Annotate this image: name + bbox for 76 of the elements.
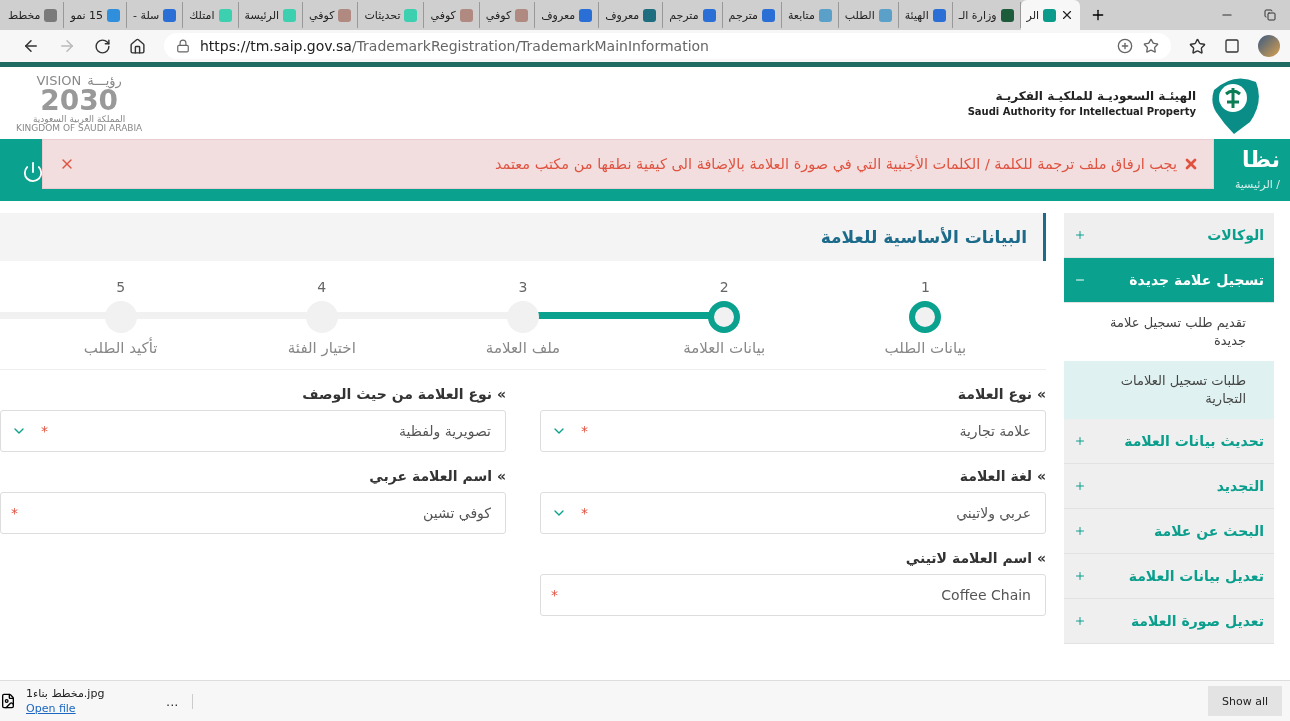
expand-icon [1074, 480, 1086, 492]
zoom-in-icon[interactable] [1117, 38, 1133, 54]
browser-tab[interactable]: مخطط [2, 2, 65, 28]
required-mark: * [11, 505, 18, 521]
sidebar-subitem[interactable]: طلبات تسجيل العلامات التجارية [1064, 361, 1274, 419]
back-icon[interactable] [22, 37, 40, 55]
error-icon [1183, 156, 1199, 172]
expand-icon [1074, 435, 1086, 447]
expand-icon [1074, 570, 1086, 582]
browser-tab[interactable]: الر [1020, 0, 1081, 30]
browser-tab[interactable]: كوفي [303, 2, 359, 28]
step-number: 4 [317, 279, 327, 295]
field-label: » نوع العلامة [956, 386, 1046, 402]
field-label: » اسم العلامة لاتيني [904, 550, 1046, 566]
step-number: 3 [518, 279, 528, 295]
browser-tab[interactable]: مترجم [722, 2, 782, 28]
open-file-link[interactable]: Open file [26, 702, 156, 715]
favorites-icon[interactable] [1189, 37, 1206, 55]
step-label: ملف العلامة [485, 339, 561, 357]
browser-tab[interactable]: سلة - [127, 2, 184, 28]
address-bar[interactable]: https://tm.saip.gov.sa/TrademarkRegistration/TrademarkMainInformation [164, 33, 1171, 59]
step-dot[interactable] [507, 301, 539, 333]
url-text: https://tm.saip.gov.sa/TrademarkRegistration/TrademarkMainInformation [200, 38, 710, 54]
required-mark: * [41, 423, 48, 439]
step-number: 1 [920, 279, 930, 295]
step-label: بيانات الطلب [884, 339, 967, 357]
field-label: » لغة العلامة [958, 468, 1046, 484]
step-label: تأكيد الطلب [83, 339, 158, 357]
browser-tab[interactable]: الهيئة [898, 2, 953, 28]
browser-tab[interactable]: مترجم [663, 2, 723, 28]
browser-tab[interactable]: امتلك [183, 2, 239, 28]
select-field[interactable]: عربي ولاتيني * [540, 492, 1046, 534]
expand-icon [1074, 229, 1086, 241]
expand-icon [1074, 615, 1086, 627]
browser-tab[interactable]: الطلب [838, 2, 899, 28]
file-name: مخطط بناء1.jpg [26, 687, 106, 700]
alert-message: يجب ارفاق ملف ترجمة للكلمة / الكلمات الأجنبية التي في صورة العلامة بالإضافة الى كيفية نطقها من مكتب معتمد [495, 156, 1177, 172]
step-dot[interactable] [909, 301, 942, 333]
profile-avatar[interactable] [1258, 35, 1280, 57]
browser-tab[interactable]: تحديثات [358, 2, 425, 28]
file-icon [0, 693, 16, 709]
browser-tab[interactable]: معروف [599, 2, 664, 28]
page-title: البيانات الأساسية للعلامة [820, 227, 1027, 247]
step-number: 2 [719, 279, 729, 295]
select-field[interactable]: علامة تجارية * [540, 410, 1046, 452]
step-dot[interactable] [708, 301, 741, 333]
browser-tab[interactable]: 15 نمو [64, 2, 128, 28]
system-title: نظا [1242, 147, 1280, 172]
authority-name-arabic: الهيئـة السعوديـة للملكيـة الفكريـة [995, 89, 1196, 103]
show-all-button[interactable]: Show all [1207, 686, 1282, 716]
more-button[interactable]: ... [166, 693, 194, 709]
step-label: اختيار الفئة [287, 339, 356, 357]
required-mark: * [581, 423, 588, 439]
browser-tab[interactable]: الرئيسة [238, 2, 304, 28]
input-field[interactable]: Coffee Chain * [540, 574, 1046, 616]
restore-icon[interactable] [1264, 9, 1276, 21]
browser-tab[interactable]: كوفي [479, 2, 536, 28]
browser-tab[interactable]: كوفي [424, 2, 480, 28]
step-label: بيانات العلامة [683, 339, 766, 357]
browser-tab[interactable]: معروف [535, 2, 600, 28]
field-label: » اسم العلامة عربي [368, 468, 506, 484]
step-number: 5 [116, 279, 126, 295]
lock-icon [176, 39, 190, 53]
home-icon[interactable] [129, 37, 146, 55]
browser-tab[interactable]: وزارة الـ [952, 2, 1021, 28]
required-mark: * [581, 505, 588, 521]
required-mark: * [551, 587, 558, 603]
select-field[interactable]: تصويرية ولفظية * [0, 410, 506, 452]
input-field[interactable]: كوفي تشين * [0, 492, 506, 534]
authority-name-english: Saudi Authority for Intellectual Property [967, 106, 1196, 117]
power-icon[interactable] [22, 161, 44, 183]
reload-icon[interactable] [94, 37, 111, 55]
field-label: » نوع العلامة من حيث الوصف [301, 386, 506, 402]
browser-tab[interactable]: متابعة [781, 2, 839, 28]
expand-icon [1074, 525, 1086, 537]
star-icon[interactable] [1143, 38, 1159, 54]
